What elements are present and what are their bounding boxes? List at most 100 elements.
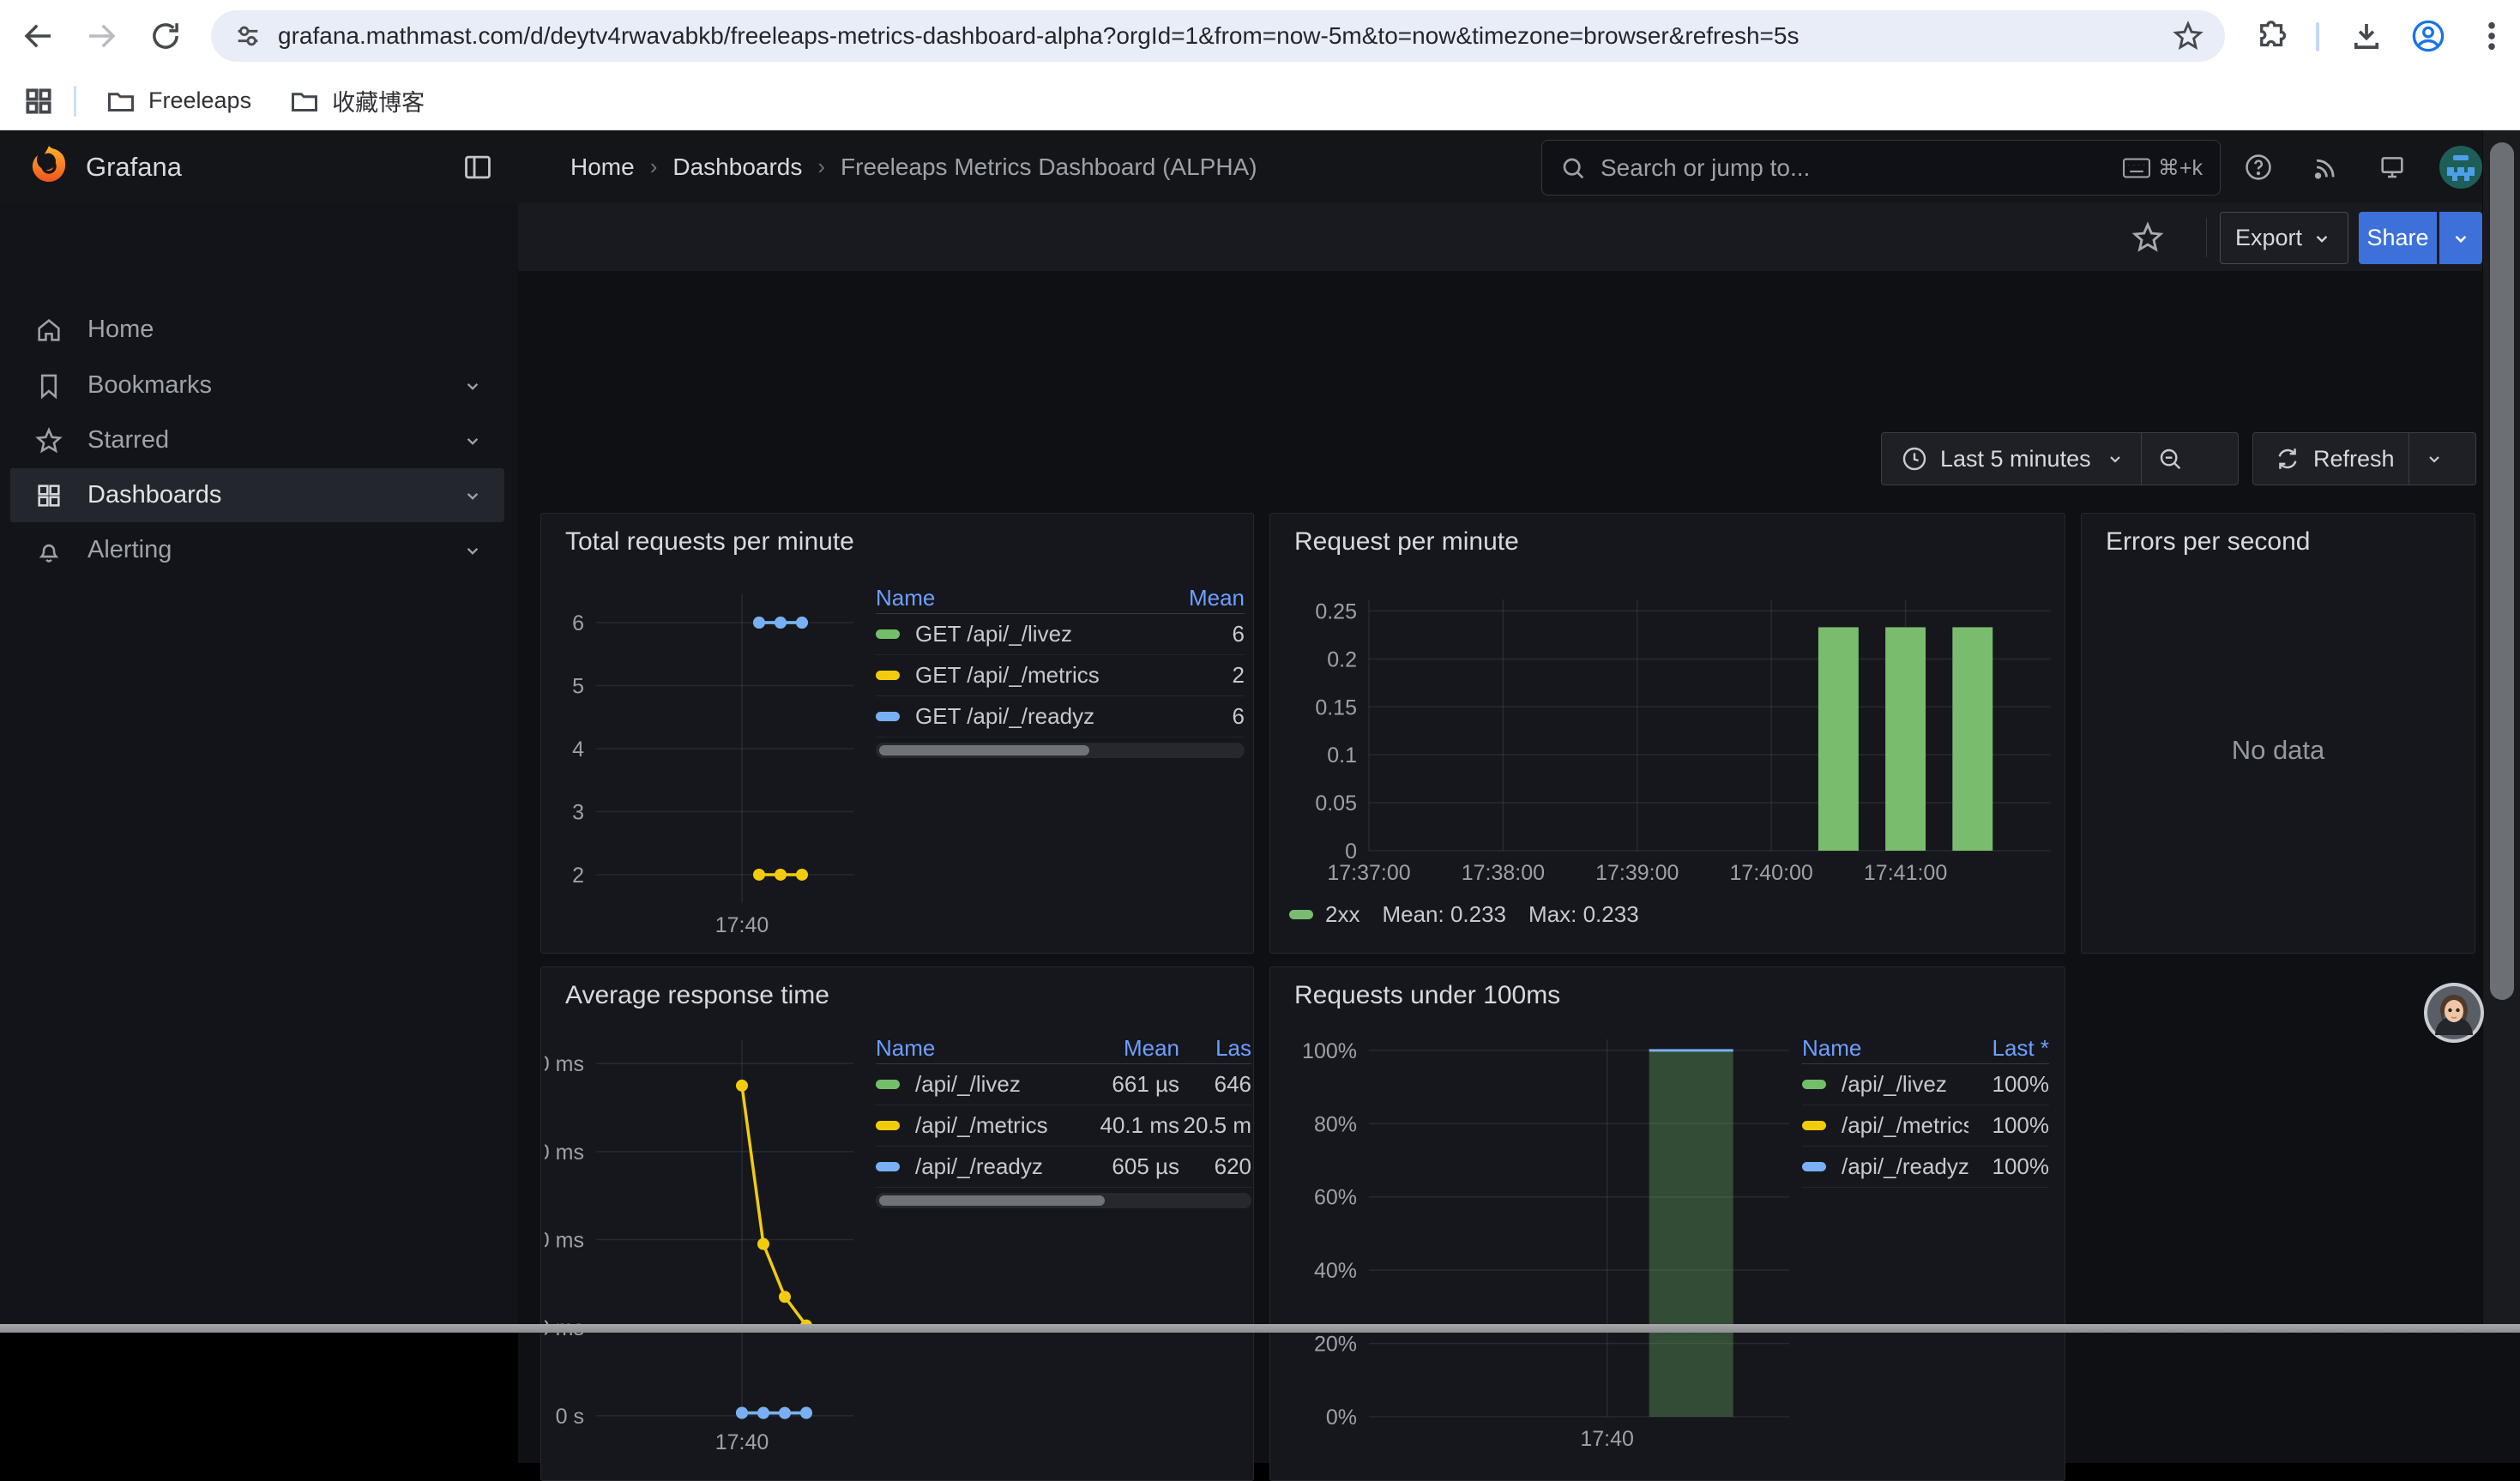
- downloads-icon[interactable]: [2348, 18, 2384, 54]
- reload-icon[interactable]: [148, 18, 184, 54]
- series-color-pill[interactable]: [876, 671, 900, 680]
- dashboard-toolbar: Export Share: [518, 203, 2520, 272]
- series-mean: 40.1 ms: [1070, 1112, 1179, 1139]
- refresh-button[interactable]: Refresh: [2253, 433, 2408, 485]
- panel-title[interactable]: Total requests per minute: [565, 527, 854, 557]
- svg-text:17:41:00: 17:41:00: [1864, 861, 1947, 885]
- series-color-pill[interactable]: [1802, 1080, 1826, 1089]
- apps-grid-icon[interactable]: [22, 85, 55, 117]
- user-avatar[interactable]: [2439, 145, 2483, 190]
- site-settings-icon[interactable]: [233, 21, 262, 51]
- scrollbar-thumb[interactable]: [2490, 142, 2514, 1000]
- legend-col-last[interactable]: Las: [1179, 1035, 1251, 1062]
- bookmark-folder-freeleaps[interactable]: Freeleaps: [106, 86, 251, 117]
- series-mean: 6: [1150, 621, 1245, 647]
- sidebar-item-home[interactable]: Home: [10, 303, 504, 357]
- star-icon: [34, 426, 63, 455]
- average-response-time-chart[interactable]: 80 ms60 ms40 ms20 ms0 s17:40: [545, 1032, 898, 1461]
- series-name[interactable]: /api/_/readyz: [915, 1153, 1070, 1180]
- series-name[interactable]: GET /api/_/readyz: [915, 703, 1150, 730]
- sidebar-item-bookmarks[interactable]: Bookmarks: [10, 358, 504, 412]
- series-color-pill[interactable]: [876, 629, 900, 639]
- legend-row: /api/_/livez 661 µs 646: [876, 1064, 1251, 1105]
- bookmark-star-icon[interactable]: [2172, 20, 2204, 52]
- back-icon[interactable]: [21, 18, 57, 54]
- panel-title[interactable]: Request per minute: [1294, 527, 1519, 557]
- svg-text:4: 4: [572, 737, 584, 762]
- zoom-out-button[interactable]: [2142, 433, 2198, 485]
- legend-col-name[interactable]: Name: [876, 585, 1150, 611]
- display-kiosk-icon[interactable]: [2378, 153, 2407, 182]
- legend-scrollbar[interactable]: [876, 743, 1245, 758]
- sidebar-item-alerting[interactable]: Alerting: [10, 523, 504, 577]
- series-color-pill[interactable]: [1802, 1121, 1826, 1130]
- series-color-pill[interactable]: [1289, 910, 1313, 919]
- svg-text:0.1: 0.1: [1327, 744, 1357, 768]
- series-name[interactable]: GET /api/_/livez: [915, 621, 1150, 647]
- floating-assistant-avatar[interactable]: [2423, 982, 2485, 1044]
- chevron-down-icon[interactable]: [461, 485, 484, 507]
- sidebar-item-starred[interactable]: Starred: [10, 413, 504, 467]
- help-icon[interactable]: [2244, 153, 2273, 182]
- total-requests-chart[interactable]: 6543217:40: [545, 582, 898, 949]
- legend-scrollbar[interactable]: [876, 1193, 1251, 1208]
- series-name[interactable]: 2xx: [1325, 901, 1359, 928]
- browser-menu-icon[interactable]: [2474, 18, 2510, 54]
- news-rss-icon[interactable]: [2311, 153, 2340, 182]
- requests-under-100ms-chart[interactable]: 100%80%60%40%20%0%17:40: [1283, 1032, 1832, 1461]
- chevron-down-icon[interactable]: [461, 430, 484, 452]
- legend-col-name[interactable]: Name: [1802, 1035, 1968, 1062]
- share-menu-button[interactable]: [2439, 212, 2482, 264]
- series-name[interactable]: /api/_/metrics: [1842, 1112, 1968, 1139]
- bookmark-folder-blogs[interactable]: 收藏博客: [289, 84, 425, 117]
- panel-title[interactable]: Average response time: [565, 981, 829, 1010]
- refresh-interval-button[interactable]: [2409, 433, 2459, 485]
- series-name[interactable]: GET /api/_/metrics: [915, 662, 1150, 689]
- series-name[interactable]: /api/_/livez: [1842, 1071, 1968, 1098]
- breadcrumb-dashboards[interactable]: Dashboards: [672, 154, 802, 181]
- series-name[interactable]: /api/_/readyz: [1842, 1153, 1968, 1180]
- series-color-pill[interactable]: [876, 712, 900, 721]
- sidebar-item-dashboards[interactable]: Dashboards: [10, 468, 504, 522]
- profile-icon[interactable]: [2410, 18, 2446, 54]
- legend-row: GET /api/_/readyz 6: [876, 696, 1245, 737]
- forward-icon[interactable]: [83, 18, 119, 54]
- panel-request-per-minute: Request per minute 0.250.20.150.10.05017…: [1269, 513, 2065, 954]
- panel-title[interactable]: Requests under 100ms: [1294, 981, 1560, 1010]
- sidebar-nav: Home Bookmarks Starred Dashboards Alerti…: [0, 203, 519, 1333]
- scrollbar-thumb[interactable]: [879, 1195, 1105, 1206]
- chevron-down-icon: [2105, 449, 2125, 469]
- grafana-logo[interactable]: [26, 143, 72, 190]
- share-button[interactable]: Share: [2359, 212, 2437, 264]
- legend-col-name[interactable]: Name: [876, 1035, 1070, 1062]
- svg-text:2: 2: [572, 864, 584, 888]
- legend-col-mean[interactable]: Mean: [1150, 585, 1245, 611]
- search-input[interactable]: Search or jump to... ⌘+k: [1541, 140, 2221, 196]
- sidebar-item-label: Home: [87, 316, 504, 344]
- series-color-pill[interactable]: [876, 1080, 900, 1089]
- breadcrumb-home[interactable]: Home: [570, 154, 635, 181]
- address-bar[interactable]: grafana.mathmast.com/d/deytv4rwavabkb/fr…: [211, 10, 2225, 62]
- favorite-star-icon[interactable]: [2131, 220, 2165, 255]
- legend-col-mean[interactable]: Mean: [1070, 1035, 1179, 1062]
- legend-header: Name Mean: [876, 582, 1245, 614]
- legend-col-last[interactable]: Last *: [1968, 1035, 2049, 1062]
- time-range-picker[interactable]: Last 5 minutes: [1882, 433, 2141, 485]
- series-color-pill[interactable]: [876, 1162, 900, 1171]
- page-scrollbar[interactable]: [2482, 130, 2520, 1333]
- chevron-down-icon[interactable]: [461, 375, 484, 397]
- series-color-pill[interactable]: [1802, 1162, 1826, 1171]
- panel-title[interactable]: Errors per second: [2106, 527, 2310, 557]
- scrollbar-thumb[interactable]: [879, 745, 1089, 756]
- series-color-pill[interactable]: [876, 1121, 900, 1130]
- series-name[interactable]: /api/_/metrics: [915, 1112, 1070, 1139]
- svg-text:0.15: 0.15: [1315, 695, 1357, 719]
- series-name[interactable]: /api/_/livez: [915, 1071, 1070, 1098]
- chevron-down-icon[interactable]: [461, 539, 484, 562]
- svg-text:40%: 40%: [1314, 1259, 1357, 1283]
- bookmark-icon: [34, 371, 63, 400]
- extensions-icon[interactable]: [2254, 18, 2290, 54]
- export-button[interactable]: Export: [2220, 212, 2348, 264]
- request-per-minute-chart[interactable]: 0.250.20.150.10.05017:37:0017:38:0017:39…: [1283, 582, 2055, 895]
- collapse-sidebar-icon[interactable]: [461, 151, 494, 184]
